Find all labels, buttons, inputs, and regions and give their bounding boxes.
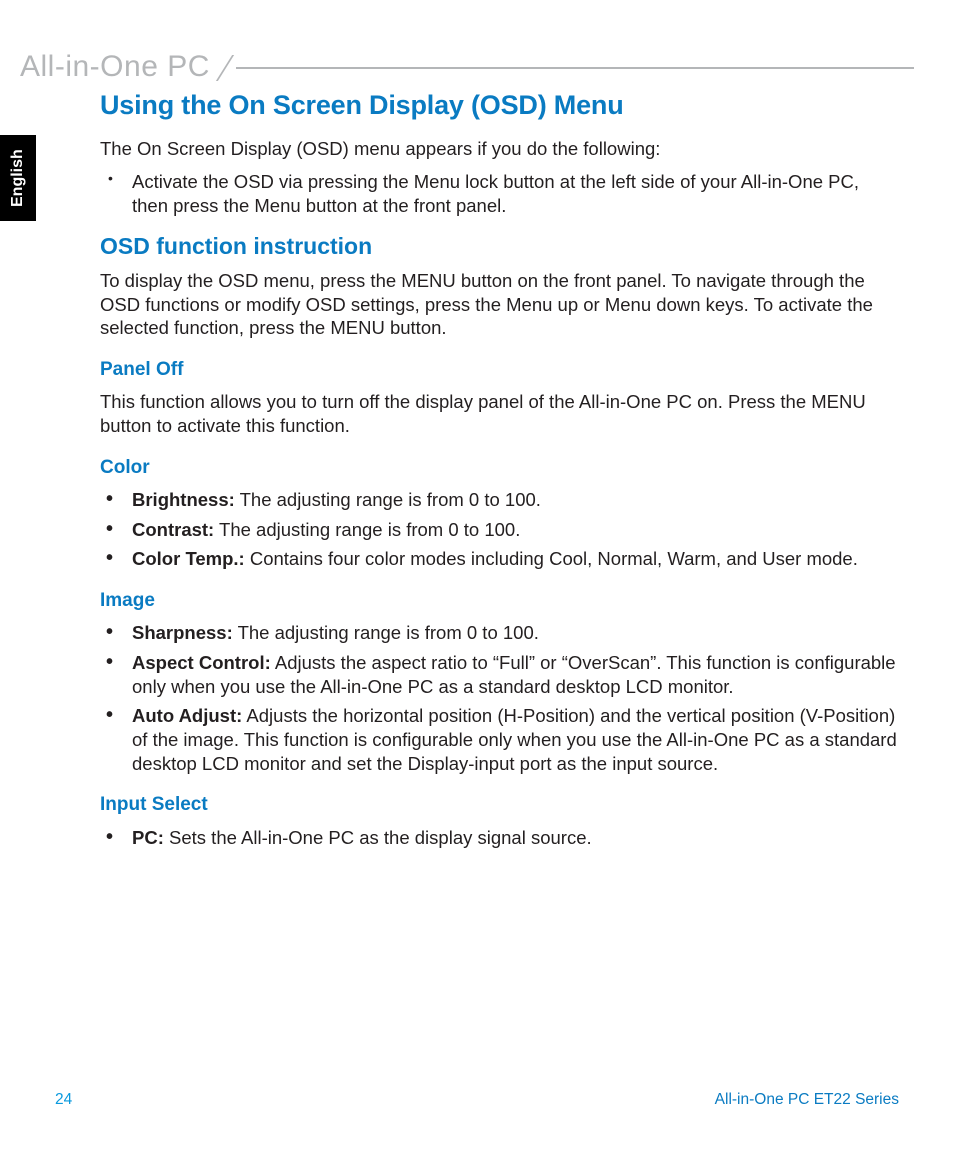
item-text: The adjusting range is from 0 to 100. [233, 622, 539, 643]
image-list: Sharpness: The adjusting range is from 0… [100, 621, 899, 775]
page-number: 24 [55, 1091, 72, 1109]
list-item: Aspect Control: Adjusts the aspect ratio… [128, 651, 899, 698]
item-text: Sets the All-in-One PC as the display si… [164, 827, 592, 848]
item-text: Contains four color modes including Cool… [245, 548, 858, 569]
item-label: Color Temp.: [132, 548, 245, 569]
page-footer: 24 All-in-One PC ET22 Series [55, 1091, 899, 1109]
item-text: The adjusting range is from 0 to 100. [214, 519, 520, 540]
list-item: PC: Sets the All-in-One PC as the displa… [128, 826, 899, 850]
header-rule [236, 67, 914, 69]
subsection-heading-panel-off: Panel Off [100, 358, 899, 382]
item-text: Adjusts the horizontal position (H-Posit… [132, 705, 897, 773]
subsection-heading-image: Image [100, 589, 899, 613]
item-label: Brightness: [132, 489, 235, 510]
list-item: Sharpness: The adjusting range is from 0… [128, 621, 899, 645]
section-heading-osd-function: OSD function instruction [100, 232, 899, 261]
item-label: PC: [132, 827, 164, 848]
subsection-heading-input-select: Input Select [100, 793, 899, 817]
page-header: All-in-One PC [20, 50, 914, 84]
item-label: Contrast: [132, 519, 214, 540]
panel-off-body: This function allows you to turn off the… [100, 390, 899, 437]
input-select-list: PC: Sets the All-in-One PC as the displa… [100, 826, 899, 850]
list-item: Activate the OSD via pressing the Menu l… [128, 170, 899, 217]
list-item: Brightness: The adjusting range is from … [128, 488, 899, 512]
language-tab: English [0, 135, 36, 221]
header-slash-icon [216, 53, 234, 81]
series-label: All-in-One PC ET22 Series [715, 1091, 899, 1109]
item-label: Auto Adjust: [132, 705, 242, 726]
list-item: Auto Adjust: Adjusts the horizontal posi… [128, 704, 899, 775]
intro-list: Activate the OSD via pressing the Menu l… [100, 170, 899, 217]
item-label: Sharpness: [132, 622, 233, 643]
page-content: Using the On Screen Display (OSD) Menu T… [100, 88, 899, 855]
list-item: Color Temp.: Contains four color modes i… [128, 547, 899, 571]
product-line-title: All-in-One PC [20, 50, 210, 84]
intro-text: The On Screen Display (OSD) menu appears… [100, 137, 899, 161]
item-text: The adjusting range is from 0 to 100. [235, 489, 541, 510]
item-label: Aspect Control: [132, 652, 271, 673]
list-item: Contrast: The adjusting range is from 0 … [128, 518, 899, 542]
osd-function-body: To display the OSD menu, press the MENU … [100, 269, 899, 340]
color-list: Brightness: The adjusting range is from … [100, 488, 899, 571]
page-title: Using the On Screen Display (OSD) Menu [100, 88, 899, 123]
subsection-heading-color: Color [100, 456, 899, 480]
